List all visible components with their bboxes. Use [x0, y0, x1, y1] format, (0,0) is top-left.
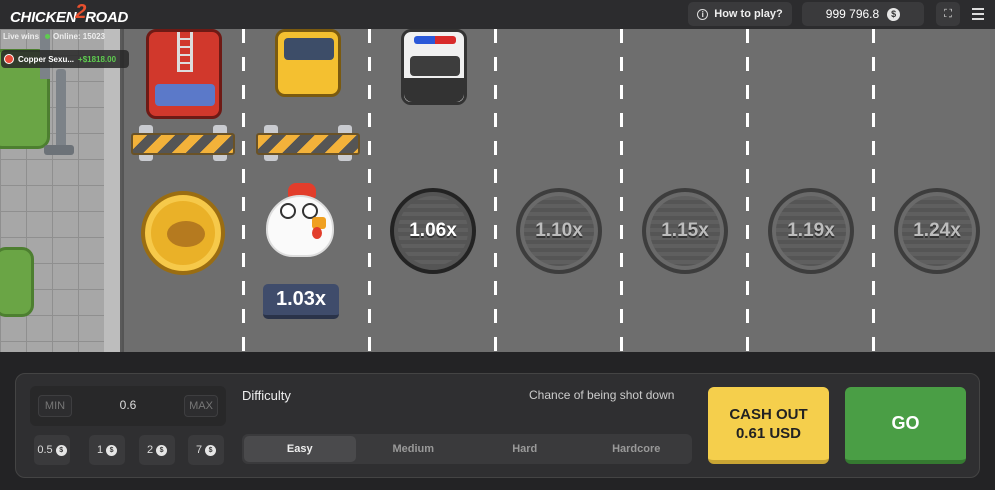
windshield — [410, 56, 460, 76]
windshield — [155, 84, 215, 106]
multiplier-label: 1.10x — [535, 220, 583, 241]
how-to-play-button[interactable]: i How to play? — [688, 2, 792, 26]
lane-divider — [368, 29, 371, 352]
chicken-player — [262, 181, 338, 263]
siren-lights — [414, 36, 456, 44]
difficulty-label: Difficulty — [242, 388, 291, 403]
menu-icon-line — [972, 18, 984, 20]
manhole: 1.10x — [516, 188, 602, 274]
lane-divider — [494, 29, 497, 352]
dollar-coin-icon: $ — [106, 444, 118, 456]
bottom-bush — [0, 247, 34, 317]
road-barrier — [256, 125, 360, 161]
quick-bet-button[interactable]: 7 $ — [188, 435, 224, 465]
live-wins-label: Live wins — [3, 32, 40, 41]
bet-amount-box: MIN 0.6 MAX — [30, 386, 226, 426]
menu-button[interactable] — [968, 4, 988, 24]
quick-bet-button[interactable]: 0.5 $ — [34, 435, 70, 465]
go-button[interactable]: GO — [845, 387, 966, 464]
hood — [404, 78, 464, 102]
road-barrier — [131, 125, 235, 161]
manhole: 1.15x — [642, 188, 728, 274]
min-bet-button[interactable]: MIN — [38, 395, 72, 417]
balance-value: 999 796.8 — [825, 7, 880, 21]
manhole: 1.24x — [894, 188, 980, 274]
game-board: 1.03x 1.06x 1.10x 1.15x 1.19x 1.24x Live… — [0, 29, 995, 352]
control-panel: MIN 0.6 MAX 0.5 $ 1 $ 2 $ 7 $ Difficulty Cha… — [15, 373, 980, 478]
avatar — [4, 54, 14, 64]
game-logo: CHICKEN2ROAD — [10, 1, 129, 26]
difficulty-medium[interactable]: Medium — [358, 434, 470, 464]
win-amount: +$1818.00 — [78, 54, 117, 64]
quick-bet-button[interactable]: 2 $ — [139, 435, 175, 465]
max-bet-button[interactable]: MAX — [184, 395, 218, 417]
lamp-base — [44, 145, 74, 155]
barrier-bar — [256, 133, 360, 155]
multiplier-label: 1.19x — [787, 220, 835, 241]
fire-truck — [146, 29, 222, 119]
chicken-wattle — [312, 227, 322, 239]
chance-label: Chance of being shot down — [529, 388, 675, 402]
fullscreen-icon: ⛶ — [944, 7, 952, 20]
menu-icon-line — [972, 8, 984, 10]
current-multiplier: 1.03x — [263, 284, 339, 319]
roast-chicken-icon — [167, 221, 205, 247]
barrier-bar — [131, 133, 235, 155]
difficulty-hard[interactable]: Hard — [469, 434, 581, 464]
windshield — [284, 38, 334, 60]
dollar-coin-icon: $ — [156, 444, 168, 456]
top-bar: CHICKEN2ROAD i How to play? 999 796.8 $ … — [0, 0, 995, 29]
menu-icon-line — [972, 13, 984, 15]
online-count: Online: 15023 — [53, 32, 106, 41]
curb — [104, 29, 122, 352]
how-to-play-label: How to play? — [714, 8, 783, 20]
multiplier-label: 1.06x — [409, 220, 457, 241]
multiplier-label: 1.15x — [661, 220, 709, 241]
quick-bet-value: 7 — [195, 444, 203, 456]
manhole: 1.19x — [768, 188, 854, 274]
dollar-coin-icon: $ — [55, 444, 67, 456]
police-car — [401, 29, 467, 105]
collected-coin-icon — [141, 191, 225, 275]
quick-bet-value: 0.5 — [37, 444, 53, 456]
street-lamp — [56, 69, 66, 149]
difficulty-selector: Easy Medium Hard Hardcore — [242, 434, 692, 464]
live-wins-panel: Live wins Online: 15023 Copper Sexu... +$… — [0, 29, 130, 73]
lane-divider — [620, 29, 623, 352]
balance-display: 999 796.8 $ — [802, 2, 924, 26]
live-win-entry: Copper Sexu... +$1818.00 — [1, 50, 129, 68]
player-name: Copper Sexu... — [18, 54, 75, 64]
difficulty-hardcore[interactable]: Hardcore — [581, 434, 693, 464]
road-edge-line — [122, 29, 124, 352]
dollar-coin-icon: $ — [205, 444, 217, 456]
manhole-next[interactable]: 1.06x — [390, 188, 476, 274]
cash-out-amount: 0.61 USD — [735, 424, 802, 442]
live-wins-header: Live wins Online: 15023 — [3, 32, 105, 41]
lane-divider — [872, 29, 875, 352]
info-icon: i — [697, 8, 709, 20]
lane-divider — [242, 29, 245, 352]
dollar-coin-icon: $ — [887, 7, 901, 21]
quick-bet-value: 1 — [96, 444, 104, 456]
chicken-eye — [280, 203, 296, 219]
lane-divider — [746, 29, 749, 352]
cash-out-label: CASH OUT — [729, 405, 808, 423]
quick-bet-button[interactable]: 1 $ — [89, 435, 125, 465]
difficulty-easy[interactable]: Easy — [244, 436, 356, 462]
quick-bet-value: 2 — [146, 444, 154, 456]
cash-out-button[interactable]: CASH OUT 0.61 USD — [708, 387, 829, 464]
online-dot-icon — [45, 34, 51, 40]
fullscreen-button[interactable]: ⛶ — [936, 2, 960, 26]
ladder — [177, 32, 193, 72]
multiplier-label: 1.24x — [913, 220, 961, 241]
bet-amount-input[interactable]: 0.6 — [80, 398, 176, 412]
taxi-car — [275, 29, 341, 97]
